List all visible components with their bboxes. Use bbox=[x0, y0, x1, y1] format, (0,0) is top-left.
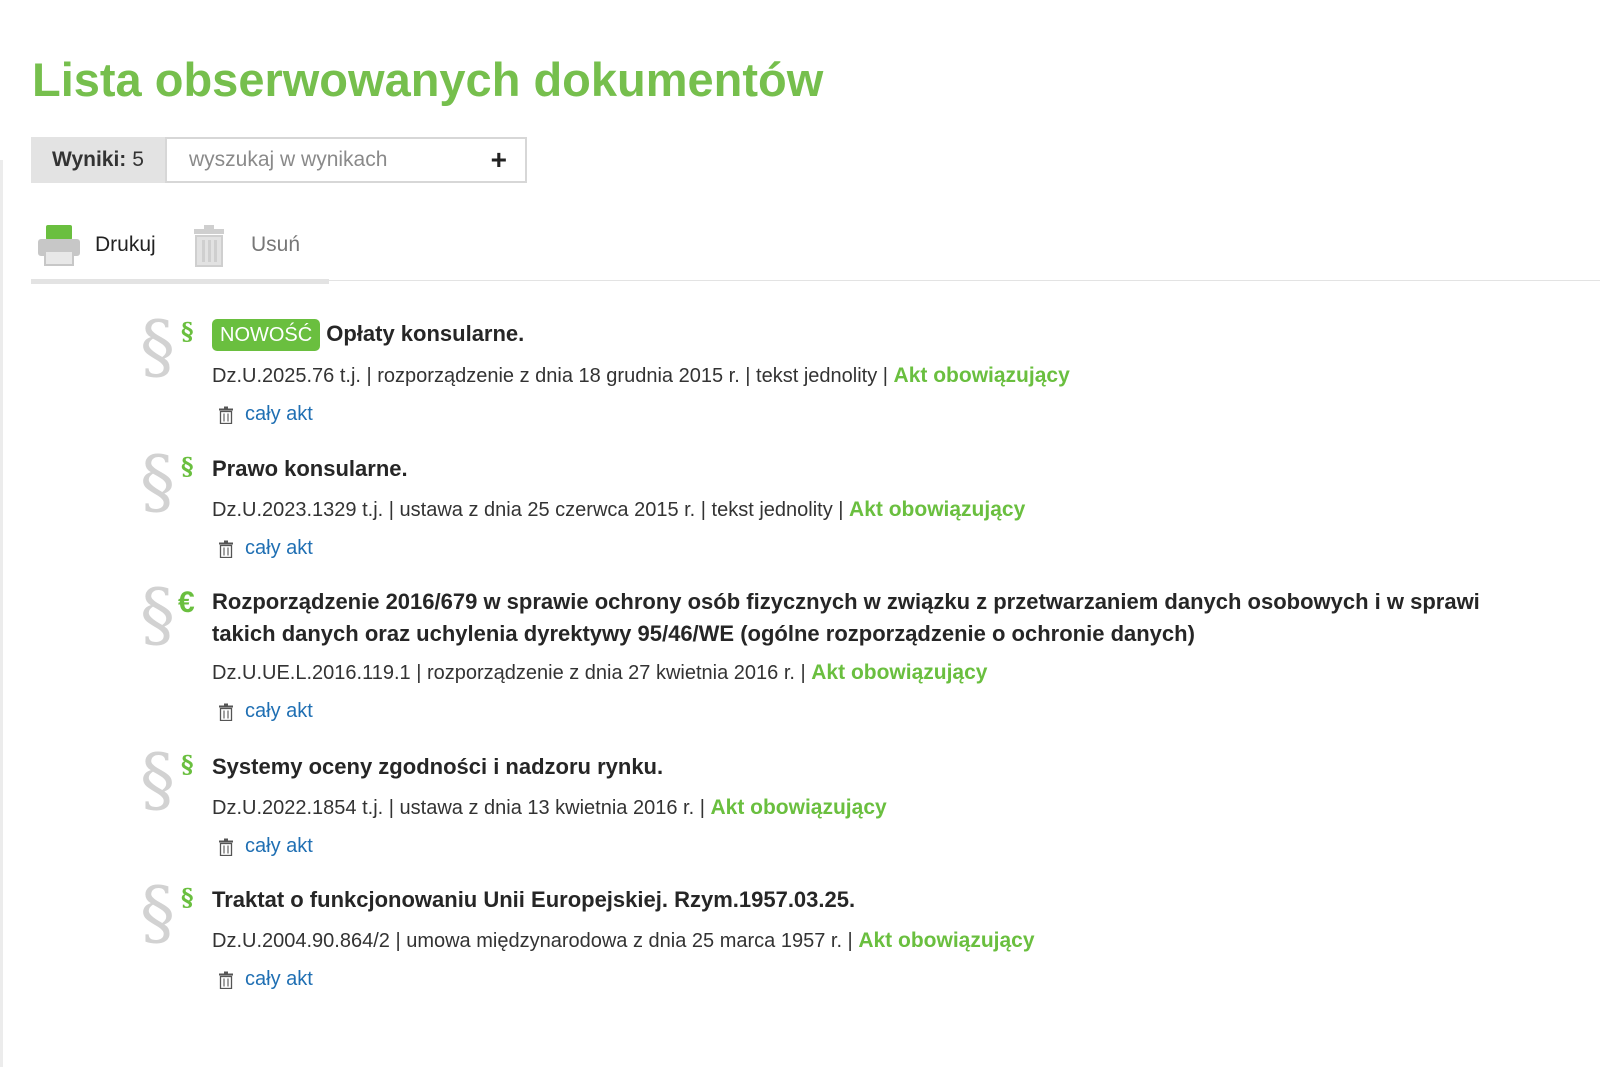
list-item: § § Prawo konsularne. Dz.U.2023.1329 t.j… bbox=[138, 447, 1600, 586]
document-type-icons: § § bbox=[138, 312, 210, 388]
euro-icon: € bbox=[178, 586, 195, 619]
document-meta: Dz.U.2023.1329 t.j. | ustawa z dnia 25 c… bbox=[212, 497, 1600, 523]
document-meta: Dz.U.UE.L.2016.119.1 | rozporządzenie z … bbox=[212, 660, 1600, 686]
document-meta: Dz.U.2004.90.864/2 | umowa międzynarodow… bbox=[212, 928, 1600, 954]
paragraph-icon: § bbox=[181, 317, 194, 346]
search-input[interactable] bbox=[167, 147, 471, 173]
print-label: Drukuj bbox=[95, 233, 156, 256]
results-bar: Wyniki: 5 + bbox=[31, 137, 527, 183]
paragraph-icon: § bbox=[181, 452, 194, 481]
document-title-line: takich danych oraz uchylenia dyrektywy 9… bbox=[212, 621, 1195, 646]
paragraph-icon: § bbox=[181, 883, 194, 912]
document-title-line: Rozporządzenie 2016/679 w sprawie ochron… bbox=[212, 589, 1480, 614]
whole-act-link[interactable]: cały akt bbox=[212, 537, 1600, 560]
whole-act-label: cały akt bbox=[245, 835, 313, 857]
status-badge: Akt obowiązujący bbox=[893, 364, 1070, 387]
whole-act-label: cały akt bbox=[245, 700, 313, 722]
document-type-icons: § § bbox=[138, 447, 210, 523]
delete-label: Usuń bbox=[251, 233, 301, 256]
results-label: Wyniki: bbox=[52, 148, 127, 171]
results-count: Wyniki: 5 bbox=[31, 137, 165, 183]
trash-small-icon bbox=[219, 838, 233, 856]
trash-small-icon bbox=[219, 406, 233, 424]
new-badge: NOWOŚĆ bbox=[212, 319, 321, 351]
toolbar: Drukuj Usuń bbox=[31, 210, 1600, 284]
list-item: § § Traktat o funkcjonowaniu Unii Europe… bbox=[138, 878, 1600, 1017]
list-item: § § Systemy oceny zgodności i nadzoru ry… bbox=[138, 745, 1600, 884]
document-title-row: NOWOŚĆ Opłaty konsularne. bbox=[212, 318, 1600, 351]
left-border bbox=[0, 160, 3, 1067]
paragraph-gray-icon: § bbox=[140, 441, 175, 523]
page-title: Lista obserwowanych dokumentów bbox=[32, 53, 824, 106]
list-item: § § NOWOŚĆ Opłaty konsularne. Dz.U.2025.7… bbox=[138, 312, 1600, 453]
trash-icon bbox=[194, 225, 224, 267]
document-type-icons: § § bbox=[138, 745, 210, 821]
document-title[interactable]: Prawo konsularne. bbox=[212, 453, 1600, 485]
list-item: § € Rozporządzenie 2016/679 w sprawie oc… bbox=[138, 580, 1600, 751]
document-meta: Dz.U.2025.76 t.j. | rozporządzenie z dni… bbox=[212, 363, 1600, 389]
status-badge: Akt obowiązujący bbox=[710, 796, 887, 819]
status-badge: Akt obowiązujący bbox=[858, 929, 1035, 952]
status-badge: Akt obowiązujący bbox=[811, 661, 988, 684]
document-meta: Dz.U.2022.1854 t.j. | ustawa z dnia 13 k… bbox=[212, 795, 1600, 821]
document-meta-text: Dz.U.2025.76 t.j. | rozporządzenie z dni… bbox=[212, 365, 888, 387]
status-badge: Akt obowiązujący bbox=[849, 498, 1026, 521]
document-type-icons: § € bbox=[138, 580, 210, 656]
document-meta-text: Dz.U.UE.L.2016.119.1 | rozporządzenie z … bbox=[212, 662, 806, 684]
document-meta-text: Dz.U.2023.1329 t.j. | ustawa z dnia 25 c… bbox=[212, 499, 844, 521]
whole-act-label: cały akt bbox=[245, 968, 313, 990]
print-button[interactable]: Drukuj bbox=[31, 210, 181, 284]
paragraph-gray-icon: § bbox=[140, 872, 175, 954]
document-title[interactable]: Systemy oceny zgodności i nadzoru rynku. bbox=[212, 751, 1600, 783]
delete-button[interactable]: Usuń bbox=[181, 210, 329, 284]
whole-act-label: cały akt bbox=[245, 537, 313, 559]
paragraph-icon: § bbox=[181, 750, 194, 779]
trash-small-icon bbox=[219, 971, 233, 989]
toolbar-divider bbox=[31, 280, 1600, 281]
plus-icon[interactable]: + bbox=[491, 146, 507, 174]
printer-icon bbox=[38, 225, 80, 266]
document-meta-text: Dz.U.2004.90.864/2 | umowa międzynarodow… bbox=[212, 930, 853, 952]
trash-small-icon bbox=[219, 540, 233, 558]
document-title[interactable]: Opłaty konsularne. bbox=[326, 321, 524, 346]
whole-act-link[interactable]: cały akt bbox=[212, 835, 1600, 858]
document-title[interactable]: Traktat o funkcjonowaniu Unii Europejski… bbox=[212, 884, 1600, 916]
paragraph-gray-icon: § bbox=[140, 739, 175, 821]
search-box: + bbox=[165, 137, 527, 183]
document-type-icons: § § bbox=[138, 878, 210, 954]
results-count-value: 5 bbox=[132, 148, 144, 171]
whole-act-link[interactable]: cały akt bbox=[212, 968, 1600, 991]
whole-act-label: cały akt bbox=[245, 403, 313, 425]
whole-act-link[interactable]: cały akt bbox=[212, 700, 1600, 723]
paragraph-gray-icon: § bbox=[140, 574, 175, 656]
trash-small-icon bbox=[219, 703, 233, 721]
document-title[interactable]: Rozporządzenie 2016/679 w sprawie ochron… bbox=[212, 586, 1600, 650]
document-list: § § NOWOŚĆ Opłaty konsularne. Dz.U.2025.7… bbox=[138, 312, 1600, 1017]
whole-act-link[interactable]: cały akt bbox=[212, 403, 1600, 426]
document-meta-text: Dz.U.2022.1854 t.j. | ustawa z dnia 13 k… bbox=[212, 797, 705, 819]
paragraph-gray-icon: § bbox=[140, 306, 175, 388]
